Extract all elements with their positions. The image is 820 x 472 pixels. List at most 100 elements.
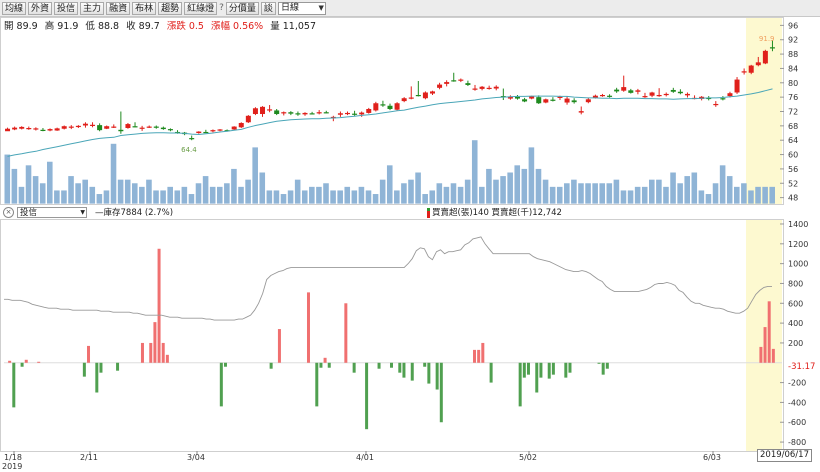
x-year-label: 2019 bbox=[2, 462, 22, 471]
x-tick-label: 2/11 bbox=[80, 453, 98, 462]
volume-bar bbox=[216, 186, 223, 204]
tb-button-main[interactable]: 主力 bbox=[80, 1, 105, 15]
candle-body bbox=[12, 127, 18, 130]
volume-bar bbox=[450, 183, 457, 204]
tb-button-query[interactable]: 談 bbox=[260, 1, 276, 15]
buy-sell-bar bbox=[489, 362, 493, 383]
buy-sell-bar bbox=[99, 362, 103, 373]
candle-body bbox=[592, 95, 598, 98]
volume-bar bbox=[571, 179, 577, 204]
buy-sell-bar bbox=[439, 362, 443, 423]
y-tick-label-main: 92 bbox=[788, 36, 798, 45]
volume-bar bbox=[408, 179, 414, 204]
volume-bar bbox=[224, 183, 230, 204]
candle-body bbox=[564, 98, 570, 103]
volume-bar bbox=[457, 186, 464, 204]
tb-button-price-volume[interactable]: 分價量 bbox=[225, 1, 259, 15]
tb-button-ma[interactable]: 均線 bbox=[2, 1, 27, 15]
end-date-badge: 2019/06/17 bbox=[757, 449, 812, 462]
candle-body bbox=[302, 112, 308, 115]
candle-body bbox=[33, 128, 39, 130]
tb-button-margin[interactable]: 融資 bbox=[106, 1, 131, 15]
candle-body bbox=[755, 62, 761, 66]
tb-button-trend[interactable]: 趨勢 bbox=[158, 1, 183, 15]
candle-body bbox=[260, 106, 266, 115]
period-select[interactable]: 日線 ▼ bbox=[277, 1, 326, 15]
tb-button-bollinger[interactable]: 布林 bbox=[132, 1, 157, 15]
buy-sell-bar bbox=[327, 362, 331, 368]
quote-bar: 開 89.9 高 91.9 低 88.8 收 89.7 漲跌 0.5 漲幅 0.… bbox=[4, 18, 316, 32]
buy-sell-bar bbox=[522, 362, 526, 378]
buy-sell-bar bbox=[398, 362, 402, 373]
y-tick-label-main: 48 bbox=[788, 194, 798, 203]
volume-bar bbox=[634, 186, 641, 204]
volume-bar bbox=[564, 183, 570, 204]
candle-body bbox=[472, 88, 478, 90]
volume-bar bbox=[195, 183, 202, 204]
candle-body bbox=[621, 87, 627, 91]
volume-bar bbox=[209, 186, 216, 204]
candle-body bbox=[748, 65, 754, 73]
buy-sell-bar bbox=[477, 349, 481, 363]
volume-bar bbox=[535, 168, 542, 204]
volume-bar bbox=[139, 186, 145, 204]
volume-bar bbox=[748, 190, 754, 204]
volume-bar bbox=[266, 190, 273, 204]
candle-body bbox=[458, 79, 464, 81]
stock-chart[interactable]: 96 92 88 84 80 76 72 68 64 60 56 52 48 64.4 91.9 1400 12… bbox=[0, 0, 820, 472]
volume-bar bbox=[464, 179, 471, 204]
buy-sell-bar bbox=[82, 362, 86, 377]
y-tick-label-main: 52 bbox=[788, 179, 798, 188]
x-tick-label: 6/03 bbox=[703, 453, 721, 462]
volume-bar bbox=[11, 168, 18, 204]
volume-bar bbox=[726, 176, 733, 204]
candle-body bbox=[132, 126, 138, 128]
x-tick-label: 4/01 bbox=[356, 453, 374, 462]
chevron-down-icon: ▼ bbox=[80, 208, 85, 216]
y-tick-label-main: 76 bbox=[788, 93, 798, 102]
volume-bar bbox=[691, 172, 698, 204]
y-tick-label-main: 72 bbox=[788, 108, 798, 117]
candle-body bbox=[578, 111, 584, 113]
quote-change: 漲跌 0.5 bbox=[166, 21, 204, 32]
volume-bar bbox=[401, 183, 407, 204]
volume-bar bbox=[68, 176, 74, 204]
buy-sell-bar bbox=[8, 360, 12, 363]
candle-body bbox=[401, 98, 407, 102]
candle-body bbox=[19, 126, 25, 129]
candle-body bbox=[323, 112, 329, 114]
candle-body bbox=[146, 126, 152, 128]
volume-bar bbox=[386, 165, 393, 204]
volume-bar bbox=[670, 172, 676, 204]
candle-body bbox=[111, 126, 117, 128]
buy-sell-bar bbox=[153, 322, 157, 363]
candle-body bbox=[203, 131, 209, 134]
volume-bar bbox=[4, 154, 11, 204]
tb-button-traffic[interactable]: 紅綠燈 bbox=[184, 1, 218, 15]
volume-bar bbox=[394, 190, 400, 204]
sub-panel-frame bbox=[0, 219, 784, 452]
buy-sell-bar bbox=[149, 342, 153, 363]
close-icon[interactable]: × bbox=[3, 206, 14, 218]
volume-bar bbox=[351, 190, 358, 204]
y-tick-label-main: 88 bbox=[788, 50, 798, 59]
candle-body bbox=[437, 84, 443, 88]
volume-bar bbox=[273, 190, 280, 204]
y-tick-label-sub: 1200 bbox=[788, 240, 808, 249]
candle-body bbox=[125, 124, 131, 129]
volume-bar bbox=[75, 183, 81, 204]
volume-bar bbox=[238, 186, 244, 204]
x-tick-label: 1/18 bbox=[4, 453, 22, 462]
indicator-select[interactable]: 投信 ▼ bbox=[17, 206, 87, 218]
tb-button-trust[interactable]: 投信 bbox=[54, 1, 79, 15]
x-tick-label: 3/04 bbox=[187, 453, 205, 462]
candle-body bbox=[408, 97, 414, 99]
candle-body bbox=[295, 113, 301, 115]
tb-button-foreign[interactable]: 外資 bbox=[28, 1, 53, 15]
volume-bar bbox=[422, 194, 428, 204]
y-tick-label-main: 96 bbox=[788, 21, 798, 30]
candle-body bbox=[352, 113, 358, 115]
buy-sell-bar bbox=[319, 362, 323, 368]
volume-bar bbox=[280, 194, 287, 204]
tb-help[interactable]: ? bbox=[219, 3, 224, 13]
